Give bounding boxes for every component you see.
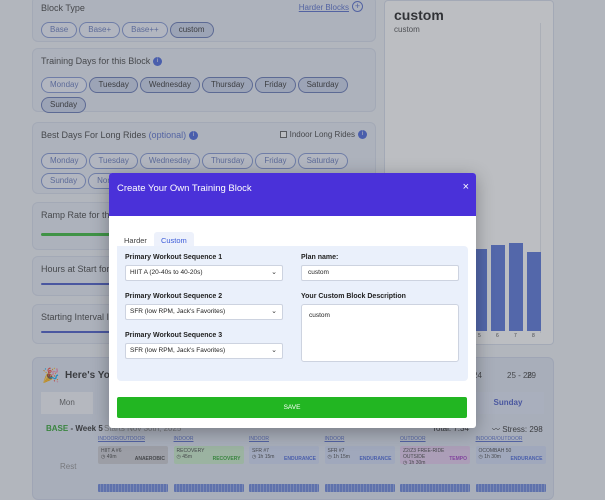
seq2-label: Primary Workout Sequence 2 <box>125 293 223 300</box>
chevron-down-icon: ⌄ <box>271 347 277 354</box>
modal-tabs: Harder Custom <box>117 230 194 249</box>
seq1-select[interactable]: HIIT A (20-40s to 40-20s) ⌄ <box>125 265 283 281</box>
description-textarea[interactable]: custom <box>301 304 459 362</box>
custom-tab-panel: Primary Workout Sequence 1 HIIT A (20-40… <box>117 246 468 381</box>
plan-name-input[interactable]: custom <box>301 265 459 281</box>
modal-header: Create Your Own Training Block × <box>109 173 476 216</box>
create-block-modal: Create Your Own Training Block × Harder C… <box>109 173 476 428</box>
chevron-down-icon: ⌄ <box>271 308 277 315</box>
seq3-value: SFR (low RPM, Jack's Favorites) <box>130 347 226 354</box>
seq3-select[interactable]: SFR (low RPM, Jack's Favorites) ⌄ <box>125 343 283 359</box>
modal-title: Create Your Own Training Block <box>117 183 252 194</box>
save-button[interactable]: SAVE <box>117 397 467 418</box>
seq2-select[interactable]: SFR (low RPM, Jack's Favorites) ⌄ <box>125 304 283 320</box>
seq1-label: Primary Workout Sequence 1 <box>125 254 223 261</box>
description-label: Your Custom Block Description <box>301 293 406 300</box>
chevron-down-icon: ⌄ <box>271 269 277 276</box>
plan-name-label: Plan name: <box>301 254 339 261</box>
close-icon[interactable]: × <box>463 181 469 193</box>
seq1-value: HIIT A (20-40s to 40-20s) <box>130 269 203 276</box>
seq3-label: Primary Workout Sequence 3 <box>125 332 223 339</box>
seq2-value: SFR (low RPM, Jack's Favorites) <box>130 308 226 315</box>
